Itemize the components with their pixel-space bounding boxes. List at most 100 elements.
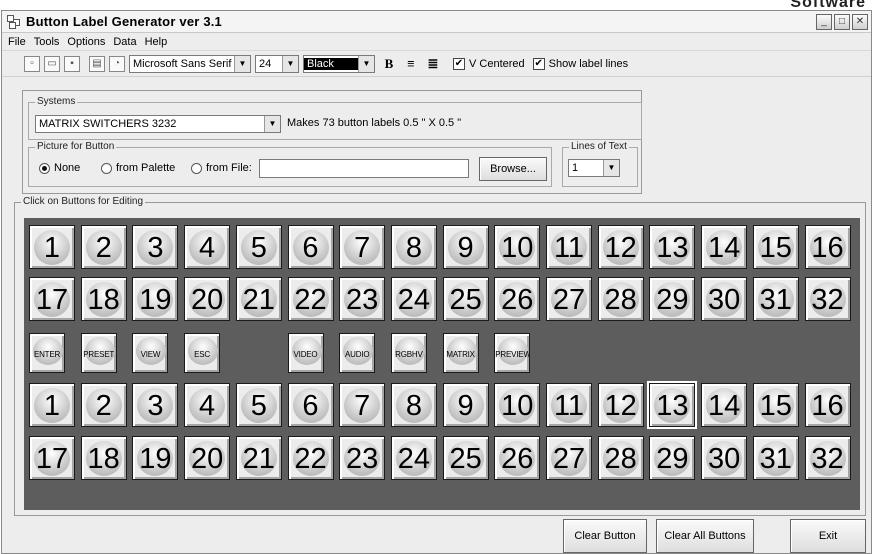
- label-button[interactable]: 14: [701, 383, 748, 427]
- label-button[interactable]: 6: [287, 225, 334, 269]
- label-button[interactable]: 7: [339, 383, 386, 427]
- label-button[interactable]: 8: [390, 383, 437, 427]
- label-button[interactable]: 30: [701, 277, 748, 321]
- label-button[interactable]: 22: [287, 277, 334, 321]
- label-button[interactable]: 13: [649, 383, 696, 427]
- label-button[interactable]: PRESET: [80, 333, 117, 373]
- minimize-button[interactable]: _: [816, 13, 832, 30]
- label-button[interactable]: 5: [235, 383, 282, 427]
- label-button[interactable]: 28: [597, 277, 644, 321]
- label-button[interactable]: 3: [132, 225, 179, 269]
- label-button[interactable]: 7: [339, 225, 386, 269]
- label-button[interactable]: 15: [752, 383, 799, 427]
- label-button[interactable]: 26: [494, 277, 541, 321]
- font-select[interactable]: Microsoft Sans Serif ▼: [129, 54, 251, 73]
- align-center-icon[interactable]: ≣: [423, 54, 443, 74]
- open-folder-icon[interactable]: ▭: [44, 55, 60, 72]
- label-button[interactable]: 27: [546, 436, 592, 480]
- label-button[interactable]: 16: [804, 225, 851, 269]
- label-button[interactable]: 30: [701, 436, 748, 480]
- align-left-icon[interactable]: ≡: [401, 54, 421, 74]
- label-button[interactable]: 28: [597, 436, 644, 480]
- label-button[interactable]: 29: [649, 277, 696, 321]
- label-button[interactable]: 23: [339, 277, 386, 321]
- label-button[interactable]: 17: [29, 277, 75, 321]
- label-button[interactable]: 32: [804, 277, 851, 321]
- radio-from-file[interactable]: from File:: [191, 162, 252, 174]
- label-button[interactable]: 23: [339, 436, 386, 480]
- label-button[interactable]: 12: [597, 225, 644, 269]
- maximize-button[interactable]: □: [834, 13, 850, 30]
- label-button[interactable]: 3: [132, 383, 179, 427]
- label-button[interactable]: 2: [80, 383, 127, 427]
- label-button[interactable]: 14: [701, 225, 748, 269]
- label-button[interactable]: 11: [546, 225, 592, 269]
- label-button[interactable]: 1: [29, 383, 75, 427]
- label-button[interactable]: 5: [235, 225, 282, 269]
- save-icon[interactable]: ▪: [64, 55, 80, 72]
- close-button[interactable]: ✕: [852, 13, 868, 30]
- label-button[interactable]: 11: [546, 383, 592, 427]
- color-select[interactable]: Black ▼: [303, 54, 375, 73]
- lines-select[interactable]: 1 ▼: [568, 159, 620, 177]
- label-button[interactable]: 2: [80, 225, 127, 269]
- label-button[interactable]: 26: [494, 436, 541, 480]
- radio-from-palette[interactable]: from Palette: [101, 162, 175, 174]
- label-button[interactable]: 13: [649, 225, 696, 269]
- size-select[interactable]: 24 ▼: [255, 54, 299, 73]
- label-button[interactable]: 16: [804, 383, 851, 427]
- label-button[interactable]: 21: [235, 436, 282, 480]
- label-button[interactable]: 24: [390, 436, 437, 480]
- print-preview-icon[interactable]: ◔: [109, 55, 125, 72]
- label-button[interactable]: 18: [80, 277, 127, 321]
- label-button[interactable]: 25: [442, 436, 489, 480]
- file-path-input[interactable]: [259, 159, 469, 178]
- label-button[interactable]: 6: [287, 383, 334, 427]
- label-button[interactable]: 1: [29, 225, 75, 269]
- label-button[interactable]: ESC: [184, 333, 221, 373]
- radio-none[interactable]: None: [39, 162, 80, 174]
- label-button[interactable]: 12: [597, 383, 644, 427]
- label-button[interactable]: AUDIO: [339, 333, 376, 373]
- label-button[interactable]: 29: [649, 436, 696, 480]
- label-button[interactable]: 9: [442, 225, 489, 269]
- label-button[interactable]: VIEW: [132, 333, 169, 373]
- new-file-icon[interactable]: ▫: [24, 55, 40, 72]
- label-button[interactable]: 31: [752, 277, 799, 321]
- title-bar[interactable]: Button Label Generator ver 3.1 _ □ ✕: [2, 11, 871, 33]
- exit-button[interactable]: Exit: [790, 519, 866, 553]
- label-button[interactable]: 32: [804, 436, 851, 480]
- menu-tools[interactable]: Tools: [30, 36, 64, 48]
- label-button[interactable]: 15: [752, 225, 799, 269]
- clear-all-buttons[interactable]: Clear All Buttons: [656, 519, 754, 553]
- label-button[interactable]: 20: [184, 436, 231, 480]
- menu-data[interactable]: Data: [109, 36, 140, 48]
- menu-options[interactable]: Options: [63, 36, 109, 48]
- label-button[interactable]: PREVIEW: [494, 333, 531, 373]
- label-button[interactable]: 4: [184, 383, 231, 427]
- v-centered-checkbox[interactable]: ✔ V Centered: [453, 57, 525, 70]
- label-button[interactable]: 19: [132, 277, 179, 321]
- systems-select[interactable]: MATRIX SWITCHERS 3232 ▼: [35, 115, 281, 133]
- label-button[interactable]: MATRIX: [442, 333, 479, 373]
- label-button[interactable]: 21: [235, 277, 282, 321]
- label-button[interactable]: 24: [390, 277, 437, 321]
- label-button[interactable]: 9: [442, 383, 489, 427]
- label-button[interactable]: 10: [494, 225, 541, 269]
- label-button[interactable]: 31: [752, 436, 799, 480]
- label-button[interactable]: 10: [494, 383, 541, 427]
- print-icon[interactable]: ▤: [89, 55, 105, 72]
- menu-help[interactable]: Help: [141, 36, 172, 48]
- label-button[interactable]: 25: [442, 277, 489, 321]
- bold-button[interactable]: B: [379, 54, 399, 74]
- label-button[interactable]: RGBHV: [390, 333, 427, 373]
- label-button[interactable]: 17: [29, 436, 75, 480]
- label-button[interactable]: 8: [390, 225, 437, 269]
- label-button[interactable]: VIDEO: [287, 333, 324, 373]
- label-button[interactable]: 22: [287, 436, 334, 480]
- label-button[interactable]: 19: [132, 436, 179, 480]
- clear-button[interactable]: Clear Button: [563, 519, 647, 553]
- label-button[interactable]: 20: [184, 277, 231, 321]
- show-label-lines-checkbox[interactable]: ✔ Show label lines: [532, 57, 628, 70]
- label-button[interactable]: ENTER: [29, 333, 65, 373]
